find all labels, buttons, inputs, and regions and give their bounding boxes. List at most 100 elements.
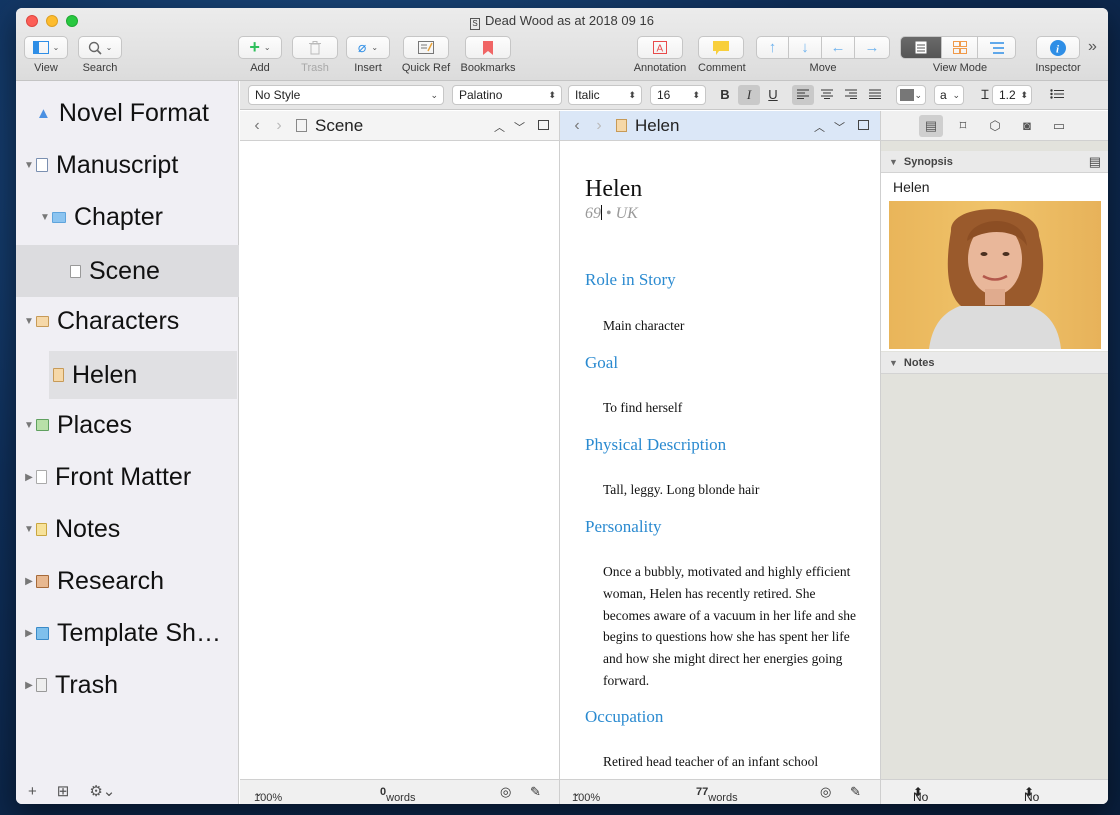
font-size-select[interactable]: 16 ⬍ bbox=[650, 85, 706, 105]
gear-icon[interactable]: ⚙⌄ bbox=[89, 782, 115, 800]
right-zoom-select[interactable]: 100% ⌄ bbox=[572, 786, 600, 804]
synopsis-section-header[interactable]: ▼ Synopsis ▤ bbox=[881, 151, 1108, 173]
binder-item-front-matter[interactable]: ▶ Front Matter bbox=[16, 453, 239, 501]
outliner-mode-button[interactable] bbox=[978, 36, 1016, 59]
binder-item-label: Novel Format bbox=[58, 98, 209, 127]
list-style-button[interactable] bbox=[1042, 85, 1072, 105]
synopsis-box[interactable]: Helen bbox=[881, 173, 1108, 351]
split-editor-icon[interactable] bbox=[858, 120, 869, 130]
right-editor-body[interactable]: Helen 69 • UK Role in Story Main charact… bbox=[560, 141, 880, 779]
binder-item-scene[interactable]: Scene bbox=[16, 245, 239, 297]
bold-button[interactable]: B bbox=[714, 85, 736, 105]
binder-item-characters[interactable]: ▼ Characters bbox=[16, 297, 239, 345]
view-button[interactable]: ⌄ bbox=[24, 36, 68, 59]
trash-button[interactable] bbox=[292, 36, 338, 59]
annotation-button[interactable]: A bbox=[637, 36, 683, 59]
inspector-button[interactable]: i bbox=[1036, 36, 1080, 59]
split-editor-icon[interactable] bbox=[538, 120, 549, 130]
toolbar-overflow-button[interactable]: » bbox=[1088, 38, 1097, 56]
align-right-button[interactable] bbox=[840, 85, 862, 105]
add-item-icon[interactable]: + bbox=[28, 783, 37, 800]
style-select[interactable]: No Style ⌄ bbox=[248, 85, 444, 105]
bookmarks-button[interactable] bbox=[465, 36, 511, 59]
highlight-color-button[interactable]: a ⌄ bbox=[934, 85, 964, 105]
disclosure-triangle-icon[interactable]: ▶ bbox=[22, 472, 36, 483]
target-icon[interactable]: ◎ bbox=[500, 784, 511, 800]
line-spacing-select[interactable]: 1.2 ⬍ bbox=[992, 85, 1032, 105]
target-icon[interactable]: ◎ bbox=[820, 784, 831, 800]
previous-doc-icon[interactable]: ︿ bbox=[494, 119, 505, 135]
comment-button[interactable] bbox=[698, 36, 744, 59]
label-select[interactable]: No Label ⬍ bbox=[913, 785, 928, 804]
disclosure-triangle-icon[interactable]: ▼ bbox=[22, 316, 36, 327]
comments-tab-icon[interactable]: ▭ bbox=[1047, 115, 1071, 137]
chevron-down-icon: ⌄ bbox=[952, 90, 960, 100]
add-button[interactable]: + ⌄ bbox=[238, 36, 282, 59]
metadata-tab-icon[interactable]: ⬡ bbox=[983, 115, 1007, 137]
binder-item-novel-format[interactable]: ▲ Novel Format bbox=[16, 89, 239, 137]
move-down-button[interactable]: ↓ bbox=[789, 36, 822, 59]
right-pane-title[interactable]: Helen bbox=[635, 116, 679, 136]
research-icon bbox=[36, 574, 49, 588]
disclosure-triangle-icon[interactable]: ▼ bbox=[22, 524, 36, 535]
justify-button[interactable] bbox=[864, 85, 886, 105]
back-icon[interactable]: ‹ bbox=[566, 117, 588, 135]
forward-icon[interactable]: › bbox=[588, 117, 610, 135]
italic-button[interactable]: I bbox=[738, 85, 760, 105]
left-editor-body[interactable] bbox=[240, 141, 559, 779]
binder-item-template-sheets[interactable]: ▶ Template Sh… bbox=[16, 609, 239, 657]
disclosure-triangle-icon[interactable]: ▶ bbox=[22, 628, 36, 639]
synopsis-photo[interactable] bbox=[889, 201, 1101, 349]
bookmarks-tab-icon[interactable]: ⌑ bbox=[951, 115, 975, 137]
snapshots-tab-icon[interactable]: ◙ bbox=[1015, 115, 1039, 137]
status-select[interactable]: No Status ⬍ bbox=[1024, 785, 1039, 804]
disclosure-triangle-icon[interactable]: ▶ bbox=[22, 680, 36, 691]
move-left-button[interactable]: ← bbox=[822, 36, 855, 59]
corkboard-mode-button[interactable] bbox=[942, 36, 978, 59]
binder-item-manuscript[interactable]: ▼ Manuscript bbox=[16, 141, 239, 189]
binder-item-chapter[interactable]: ▼ Chapter bbox=[16, 193, 239, 241]
notes-toggle-icon[interactable]: ✎ bbox=[530, 784, 541, 800]
left-pane-title[interactable]: Scene bbox=[315, 116, 363, 136]
binder-item-helen[interactable]: Helen bbox=[49, 351, 237, 399]
binder-item-trash[interactable]: ▶ Trash bbox=[16, 661, 239, 709]
typeface-select[interactable]: Italic ⬍ bbox=[568, 85, 642, 105]
quick-ref-button[interactable] bbox=[403, 36, 449, 59]
notes-toggle-icon[interactable]: ✎ bbox=[850, 784, 861, 800]
view-label: View bbox=[34, 62, 58, 74]
binder-item-research[interactable]: ▶ Research bbox=[16, 557, 239, 605]
search-button[interactable]: ⌄ bbox=[78, 36, 122, 59]
align-center-button[interactable] bbox=[816, 85, 838, 105]
next-doc-icon[interactable]: ﹀ bbox=[834, 119, 845, 135]
disclosure-triangle-icon[interactable]: ▶ bbox=[22, 576, 36, 587]
synopsis-title[interactable]: Helen bbox=[893, 179, 930, 195]
previous-doc-icon[interactable]: ︿ bbox=[814, 119, 825, 135]
search-icon bbox=[88, 41, 102, 55]
notes-tab-icon[interactable]: ▤ bbox=[919, 115, 943, 137]
font-family-select[interactable]: Palatino ⬍ bbox=[452, 85, 562, 105]
add-folder-icon[interactable]: ⊞ bbox=[57, 782, 70, 800]
synopsis-mode-icon[interactable]: ▤ bbox=[1089, 151, 1101, 173]
underline-button[interactable]: U bbox=[762, 85, 784, 105]
notes-area[interactable] bbox=[881, 374, 1108, 779]
disclosure-triangle-icon[interactable]: ▼ bbox=[38, 212, 52, 223]
move-up-button[interactable]: ↑ bbox=[756, 36, 789, 59]
align-left-button[interactable] bbox=[792, 85, 814, 105]
arrow-left-icon: ← bbox=[830, 39, 846, 56]
view-group: ⌄ View bbox=[24, 36, 68, 74]
disclosure-triangle-icon[interactable]: ▼ bbox=[22, 420, 36, 431]
disclosure-triangle-icon[interactable]: ▼ bbox=[22, 160, 36, 171]
forward-icon[interactable]: › bbox=[268, 117, 290, 135]
text-cursor bbox=[601, 205, 602, 220]
back-icon[interactable]: ‹ bbox=[246, 117, 268, 135]
binder-item-notes[interactable]: ▼ Notes bbox=[16, 505, 239, 553]
move-right-button[interactable]: → bbox=[855, 36, 890, 59]
quick-ref-group: Quick Ref bbox=[400, 36, 452, 74]
notes-section-header[interactable]: ▼ Notes bbox=[881, 352, 1108, 374]
scrivenings-mode-button[interactable] bbox=[900, 36, 942, 59]
binder-item-places[interactable]: ▼ Places bbox=[16, 401, 239, 449]
text-color-button[interactable]: ⌄ bbox=[896, 85, 926, 105]
insert-button[interactable]: ⌀ ⌄ bbox=[346, 36, 390, 59]
left-zoom-select[interactable]: 100% ⌄ bbox=[254, 786, 282, 804]
next-doc-icon[interactable]: ﹀ bbox=[514, 119, 525, 135]
